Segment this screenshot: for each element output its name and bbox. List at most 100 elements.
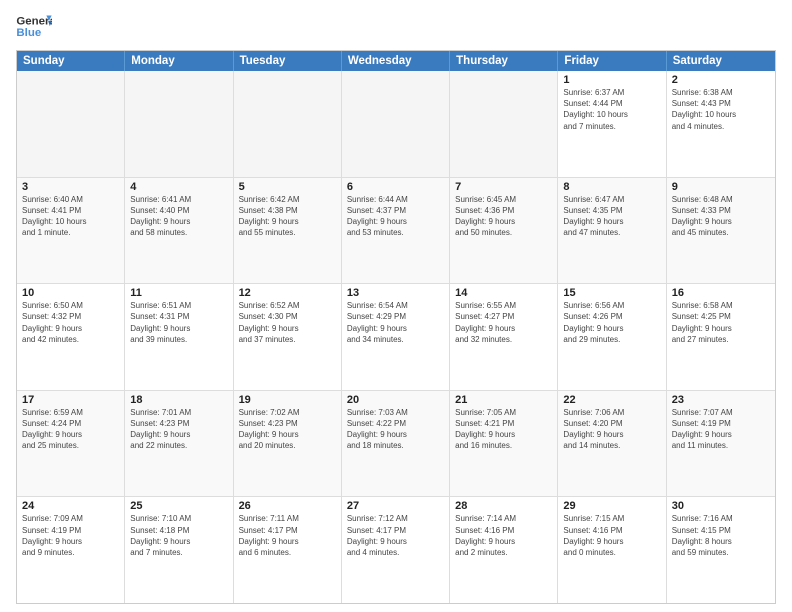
calendar-cell-17: 17Sunrise: 6:59 AM Sunset: 4:24 PM Dayli… <box>17 391 125 497</box>
day-info: Sunrise: 6:41 AM Sunset: 4:40 PM Dayligh… <box>130 194 227 239</box>
day-number: 8 <box>563 181 660 193</box>
calendar-cell-5: 5Sunrise: 6:42 AM Sunset: 4:38 PM Daylig… <box>234 178 342 284</box>
day-number: 6 <box>347 181 444 193</box>
calendar-cell-10: 10Sunrise: 6:50 AM Sunset: 4:32 PM Dayli… <box>17 284 125 390</box>
day-number: 14 <box>455 287 552 299</box>
day-number: 29 <box>563 500 660 512</box>
day-number: 4 <box>130 181 227 193</box>
logo-icon: General Blue <box>16 12 52 42</box>
calendar-cell-4: 4Sunrise: 6:41 AM Sunset: 4:40 PM Daylig… <box>125 178 233 284</box>
day-info: Sunrise: 7:15 AM Sunset: 4:16 PM Dayligh… <box>563 513 660 558</box>
day-number: 20 <box>347 394 444 406</box>
day-number: 24 <box>22 500 119 512</box>
header-cell-thursday: Thursday <box>450 51 558 71</box>
calendar-body: 1Sunrise: 6:37 AM Sunset: 4:44 PM Daylig… <box>17 71 775 603</box>
calendar-cell-24: 24Sunrise: 7:09 AM Sunset: 4:19 PM Dayli… <box>17 497 125 603</box>
day-number: 23 <box>672 394 770 406</box>
day-number: 16 <box>672 287 770 299</box>
day-number: 28 <box>455 500 552 512</box>
day-info: Sunrise: 7:11 AM Sunset: 4:17 PM Dayligh… <box>239 513 336 558</box>
day-info: Sunrise: 7:03 AM Sunset: 4:22 PM Dayligh… <box>347 407 444 452</box>
day-info: Sunrise: 7:09 AM Sunset: 4:19 PM Dayligh… <box>22 513 119 558</box>
logo: General Blue <box>16 12 52 42</box>
day-info: Sunrise: 6:37 AM Sunset: 4:44 PM Dayligh… <box>563 87 660 132</box>
day-info: Sunrise: 7:05 AM Sunset: 4:21 PM Dayligh… <box>455 407 552 452</box>
calendar-cell-15: 15Sunrise: 6:56 AM Sunset: 4:26 PM Dayli… <box>558 284 666 390</box>
day-info: Sunrise: 6:54 AM Sunset: 4:29 PM Dayligh… <box>347 300 444 345</box>
header-cell-tuesday: Tuesday <box>234 51 342 71</box>
day-number: 2 <box>672 74 770 86</box>
page: General Blue SundayMondayTuesdayWednesda… <box>0 0 792 612</box>
calendar-cell-9: 9Sunrise: 6:48 AM Sunset: 4:33 PM Daylig… <box>667 178 775 284</box>
calendar-cell-18: 18Sunrise: 7:01 AM Sunset: 4:23 PM Dayli… <box>125 391 233 497</box>
calendar-header: SundayMondayTuesdayWednesdayThursdayFrid… <box>17 51 775 71</box>
calendar-cell-1: 1Sunrise: 6:37 AM Sunset: 4:44 PM Daylig… <box>558 71 666 177</box>
header-cell-wednesday: Wednesday <box>342 51 450 71</box>
day-info: Sunrise: 6:48 AM Sunset: 4:33 PM Dayligh… <box>672 194 770 239</box>
day-info: Sunrise: 6:58 AM Sunset: 4:25 PM Dayligh… <box>672 300 770 345</box>
day-number: 9 <box>672 181 770 193</box>
calendar-cell-30: 30Sunrise: 7:16 AM Sunset: 4:15 PM Dayli… <box>667 497 775 603</box>
day-info: Sunrise: 6:50 AM Sunset: 4:32 PM Dayligh… <box>22 300 119 345</box>
calendar-cell-12: 12Sunrise: 6:52 AM Sunset: 4:30 PM Dayli… <box>234 284 342 390</box>
day-number: 11 <box>130 287 227 299</box>
header-cell-monday: Monday <box>125 51 233 71</box>
calendar-cell-empty-3 <box>342 71 450 177</box>
day-info: Sunrise: 6:56 AM Sunset: 4:26 PM Dayligh… <box>563 300 660 345</box>
day-number: 7 <box>455 181 552 193</box>
calendar-cell-empty-0 <box>17 71 125 177</box>
header-cell-saturday: Saturday <box>667 51 775 71</box>
calendar-row-2: 10Sunrise: 6:50 AM Sunset: 4:32 PM Dayli… <box>17 284 775 391</box>
day-info: Sunrise: 7:06 AM Sunset: 4:20 PM Dayligh… <box>563 407 660 452</box>
calendar-row-4: 24Sunrise: 7:09 AM Sunset: 4:19 PM Dayli… <box>17 497 775 603</box>
day-number: 22 <box>563 394 660 406</box>
svg-text:General: General <box>16 15 52 27</box>
calendar-cell-25: 25Sunrise: 7:10 AM Sunset: 4:18 PM Dayli… <box>125 497 233 603</box>
day-info: Sunrise: 6:42 AM Sunset: 4:38 PM Dayligh… <box>239 194 336 239</box>
calendar-cell-11: 11Sunrise: 6:51 AM Sunset: 4:31 PM Dayli… <box>125 284 233 390</box>
day-info: Sunrise: 7:02 AM Sunset: 4:23 PM Dayligh… <box>239 407 336 452</box>
calendar-cell-23: 23Sunrise: 7:07 AM Sunset: 4:19 PM Dayli… <box>667 391 775 497</box>
day-number: 30 <box>672 500 770 512</box>
calendar-cell-empty-1 <box>125 71 233 177</box>
calendar-cell-19: 19Sunrise: 7:02 AM Sunset: 4:23 PM Dayli… <box>234 391 342 497</box>
calendar-cell-28: 28Sunrise: 7:14 AM Sunset: 4:16 PM Dayli… <box>450 497 558 603</box>
header: General Blue <box>16 12 776 42</box>
calendar-cell-empty-2 <box>234 71 342 177</box>
calendar-cell-27: 27Sunrise: 7:12 AM Sunset: 4:17 PM Dayli… <box>342 497 450 603</box>
day-info: Sunrise: 7:14 AM Sunset: 4:16 PM Dayligh… <box>455 513 552 558</box>
day-number: 1 <box>563 74 660 86</box>
day-info: Sunrise: 7:10 AM Sunset: 4:18 PM Dayligh… <box>130 513 227 558</box>
calendar-cell-16: 16Sunrise: 6:58 AM Sunset: 4:25 PM Dayli… <box>667 284 775 390</box>
day-number: 18 <box>130 394 227 406</box>
calendar-cell-29: 29Sunrise: 7:15 AM Sunset: 4:16 PM Dayli… <box>558 497 666 603</box>
day-info: Sunrise: 6:59 AM Sunset: 4:24 PM Dayligh… <box>22 407 119 452</box>
day-number: 5 <box>239 181 336 193</box>
calendar-row-1: 3Sunrise: 6:40 AM Sunset: 4:41 PM Daylig… <box>17 178 775 285</box>
header-cell-sunday: Sunday <box>17 51 125 71</box>
calendar-cell-22: 22Sunrise: 7:06 AM Sunset: 4:20 PM Dayli… <box>558 391 666 497</box>
day-info: Sunrise: 7:12 AM Sunset: 4:17 PM Dayligh… <box>347 513 444 558</box>
calendar-cell-6: 6Sunrise: 6:44 AM Sunset: 4:37 PM Daylig… <box>342 178 450 284</box>
day-number: 12 <box>239 287 336 299</box>
calendar-cell-21: 21Sunrise: 7:05 AM Sunset: 4:21 PM Dayli… <box>450 391 558 497</box>
calendar-cell-2: 2Sunrise: 6:38 AM Sunset: 4:43 PM Daylig… <box>667 71 775 177</box>
day-number: 13 <box>347 287 444 299</box>
calendar-cell-14: 14Sunrise: 6:55 AM Sunset: 4:27 PM Dayli… <box>450 284 558 390</box>
calendar-cell-20: 20Sunrise: 7:03 AM Sunset: 4:22 PM Dayli… <box>342 391 450 497</box>
header-cell-friday: Friday <box>558 51 666 71</box>
calendar: SundayMondayTuesdayWednesdayThursdayFrid… <box>16 50 776 604</box>
calendar-cell-7: 7Sunrise: 6:45 AM Sunset: 4:36 PM Daylig… <box>450 178 558 284</box>
calendar-cell-8: 8Sunrise: 6:47 AM Sunset: 4:35 PM Daylig… <box>558 178 666 284</box>
calendar-cell-26: 26Sunrise: 7:11 AM Sunset: 4:17 PM Dayli… <box>234 497 342 603</box>
day-info: Sunrise: 6:45 AM Sunset: 4:36 PM Dayligh… <box>455 194 552 239</box>
calendar-cell-empty-4 <box>450 71 558 177</box>
calendar-row-3: 17Sunrise: 6:59 AM Sunset: 4:24 PM Dayli… <box>17 391 775 498</box>
day-info: Sunrise: 6:52 AM Sunset: 4:30 PM Dayligh… <box>239 300 336 345</box>
day-info: Sunrise: 6:51 AM Sunset: 4:31 PM Dayligh… <box>130 300 227 345</box>
day-number: 10 <box>22 287 119 299</box>
day-info: Sunrise: 6:44 AM Sunset: 4:37 PM Dayligh… <box>347 194 444 239</box>
day-info: Sunrise: 6:40 AM Sunset: 4:41 PM Dayligh… <box>22 194 119 239</box>
day-number: 19 <box>239 394 336 406</box>
day-number: 17 <box>22 394 119 406</box>
